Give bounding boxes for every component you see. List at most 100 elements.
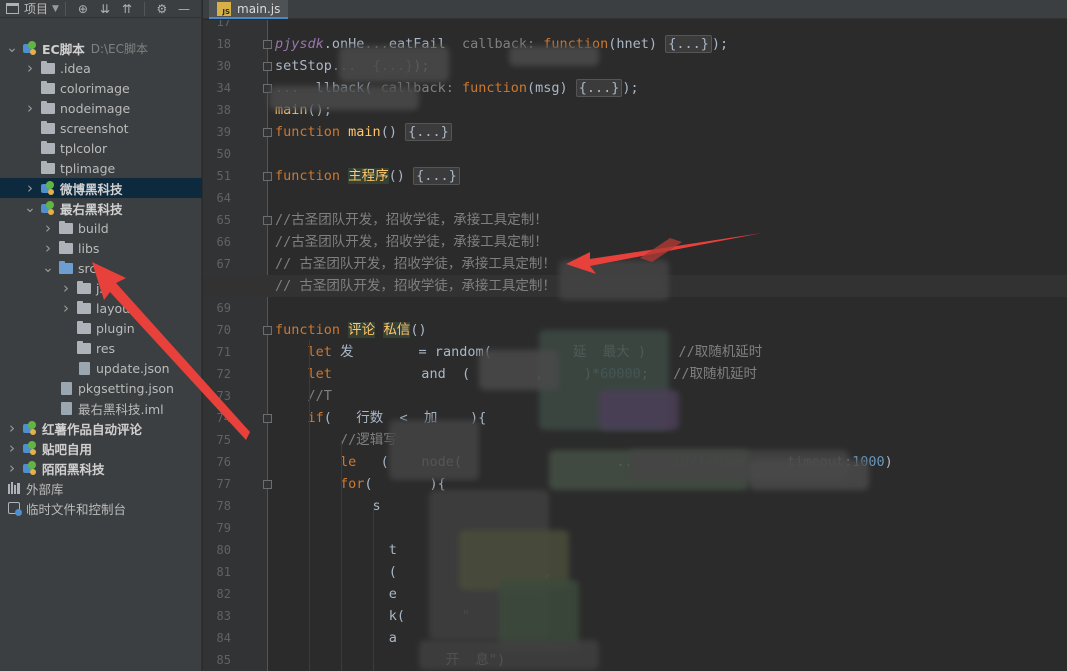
code-line[interactable] xyxy=(275,517,373,539)
tree-item-label: 临时文件和控制台 xyxy=(26,501,127,517)
code-line[interactable]: a xyxy=(275,627,397,649)
line-number: 38 xyxy=(216,103,231,117)
module-icon xyxy=(40,181,56,195)
chevron-right-icon[interactable]: › xyxy=(6,439,18,457)
tree-item[interactable]: › build xyxy=(0,218,202,238)
tree-item[interactable]: › libs xyxy=(0,238,202,258)
code-line[interactable]: t xyxy=(275,539,397,561)
indent-guide xyxy=(373,510,374,671)
tree-item[interactable]: › 陌陌黑科技 xyxy=(0,458,202,478)
tree-item[interactable]: ›res xyxy=(0,338,202,358)
chevron-down-icon[interactable]: ⌄ xyxy=(42,261,54,275)
minimize-icon[interactable]: — xyxy=(176,1,192,17)
tree-item[interactable]: ›screenshot xyxy=(0,118,202,138)
tree-item-label: src xyxy=(78,260,97,276)
redaction-mosaic xyxy=(389,420,479,480)
line-number: 79 xyxy=(216,521,231,535)
chevron-right-icon[interactable]: › xyxy=(24,59,36,77)
tree-item-label: build xyxy=(78,220,109,236)
tree-item-label: tplcolor xyxy=(60,140,108,156)
indent-guide xyxy=(309,340,310,671)
tab-main-js[interactable]: JS main.js xyxy=(209,0,289,19)
code-line[interactable]: //古圣团队开发，招收学徒，承接工具定制！ xyxy=(275,231,548,253)
code-line[interactable]: e xyxy=(275,583,397,605)
chevron-down-icon[interactable]: ⌄ xyxy=(6,41,18,55)
tree-item[interactable]: 外部库 xyxy=(0,478,202,498)
code-line[interactable]: function 评论 私信() xyxy=(275,319,427,341)
code-line[interactable]: // 古圣团队开发，招收学徒，承接工具定制！ xyxy=(275,275,556,297)
line-number: 71 xyxy=(216,345,231,359)
tree-item[interactable]: ⌄ EC脚本 D:\EC脚本 xyxy=(0,38,202,58)
code-line[interactable]: // 古圣团队开发，招收学徒，承接工具定制！ xyxy=(275,253,556,275)
tree-item-label: tplimage xyxy=(60,160,116,176)
line-number-gutter: 1718303438395051646566676869707172737475… xyxy=(203,20,272,671)
tree-item[interactable]: › nodeimage xyxy=(0,98,202,118)
redaction-mosaic xyxy=(479,350,559,390)
line-number: 34 xyxy=(216,81,231,95)
code-line[interactable]: //逻辑写 xyxy=(275,429,397,451)
line-number: 51 xyxy=(216,169,231,183)
tree-item-label: 红薯作品自动评论 xyxy=(42,421,143,437)
line-number: 82 xyxy=(216,587,231,601)
indent-guide xyxy=(341,440,342,671)
chevron-right-icon[interactable]: › xyxy=(6,459,18,477)
tree-item[interactable]: ›pkgsetting.json xyxy=(0,378,202,398)
code-line[interactable]: //古圣团队开发，招收学徒，承接工具定制！ xyxy=(275,209,548,231)
folder-icon xyxy=(76,300,92,315)
code-line[interactable]: //T xyxy=(275,385,332,407)
redaction-mosaic xyxy=(339,46,449,82)
tree-item[interactable]: ›tplimage xyxy=(0,158,202,178)
tree-item[interactable]: › js xyxy=(0,278,202,298)
tree-item[interactable]: › layout xyxy=(0,298,202,318)
tree-item[interactable]: ›tplcolor xyxy=(0,138,202,158)
locate-icon[interactable]: ⊕ xyxy=(75,1,91,17)
project-panel-icon xyxy=(6,3,19,14)
tree-item[interactable]: ›colorimage xyxy=(0,78,202,98)
project-view-selector[interactable]: 项目 ▼ xyxy=(6,0,59,18)
toolbar-divider xyxy=(64,1,66,16)
code-line[interactable]: function 主程序() {...} xyxy=(275,165,460,187)
tree-item[interactable]: ›plugin xyxy=(0,318,202,338)
chevron-down-icon[interactable]: ⌄ xyxy=(24,201,36,215)
tree-item[interactable]: › .idea xyxy=(0,58,202,78)
chevron-right-icon[interactable]: › xyxy=(6,419,18,437)
tree-item-label: 最右黑科技.iml xyxy=(78,401,164,417)
tree-item[interactable]: › 微博黑科技 xyxy=(0,178,202,198)
tree-item[interactable]: ›update.json xyxy=(0,358,202,378)
line-number: 65 xyxy=(216,213,231,227)
redaction-mosaic xyxy=(749,460,869,490)
chevron-right-icon[interactable]: › xyxy=(24,99,36,117)
gear-icon[interactable]: ⚙ xyxy=(154,1,170,17)
line-number: 81 xyxy=(216,565,231,579)
project-view-label: 项目 xyxy=(24,2,49,16)
redaction-mosaic xyxy=(509,46,599,66)
code-line[interactable]: s xyxy=(275,495,381,517)
collapse-all-icon[interactable]: ⇈ xyxy=(119,1,135,17)
code-editor[interactable]: 1718303438395051646566676869707172737475… xyxy=(203,20,1067,671)
folder-icon xyxy=(76,280,92,295)
tree-item[interactable]: 临时文件和控制台 xyxy=(0,498,202,518)
tree-item[interactable]: ⌄ 最右黑科技 xyxy=(0,198,202,218)
line-number: 76 xyxy=(216,455,231,469)
chevron-right-icon[interactable]: › xyxy=(60,279,72,297)
expand-all-icon[interactable]: ⇊ xyxy=(97,1,113,17)
tree-item[interactable]: ›最右黑科技.iml xyxy=(0,398,202,418)
line-number: 69 xyxy=(216,301,231,315)
file-icon xyxy=(58,401,74,415)
chevron-right-icon[interactable]: › xyxy=(42,219,54,237)
line-number: 78 xyxy=(216,499,231,513)
chevron-right-icon[interactable]: › xyxy=(24,179,36,197)
tab-label: main.js xyxy=(237,1,281,16)
code-area[interactable]: pjysdk.onHe...eatFail callback: function… xyxy=(269,20,1067,671)
code-line[interactable]: function main() {...} xyxy=(275,121,452,143)
tree-item[interactable]: › 贴吧自用 xyxy=(0,438,202,458)
line-number: 73 xyxy=(216,389,231,403)
line-number: 83 xyxy=(216,609,231,623)
tree-item[interactable]: ⌄ src xyxy=(0,258,202,278)
tree-item-label: layout xyxy=(96,300,136,316)
module-icon xyxy=(22,441,38,455)
tree-item[interactable]: › 红薯作品自动评论 xyxy=(0,418,202,438)
chevron-right-icon[interactable]: › xyxy=(42,239,54,257)
line-number: 75 xyxy=(216,433,231,447)
chevron-right-icon[interactable]: › xyxy=(60,299,72,317)
